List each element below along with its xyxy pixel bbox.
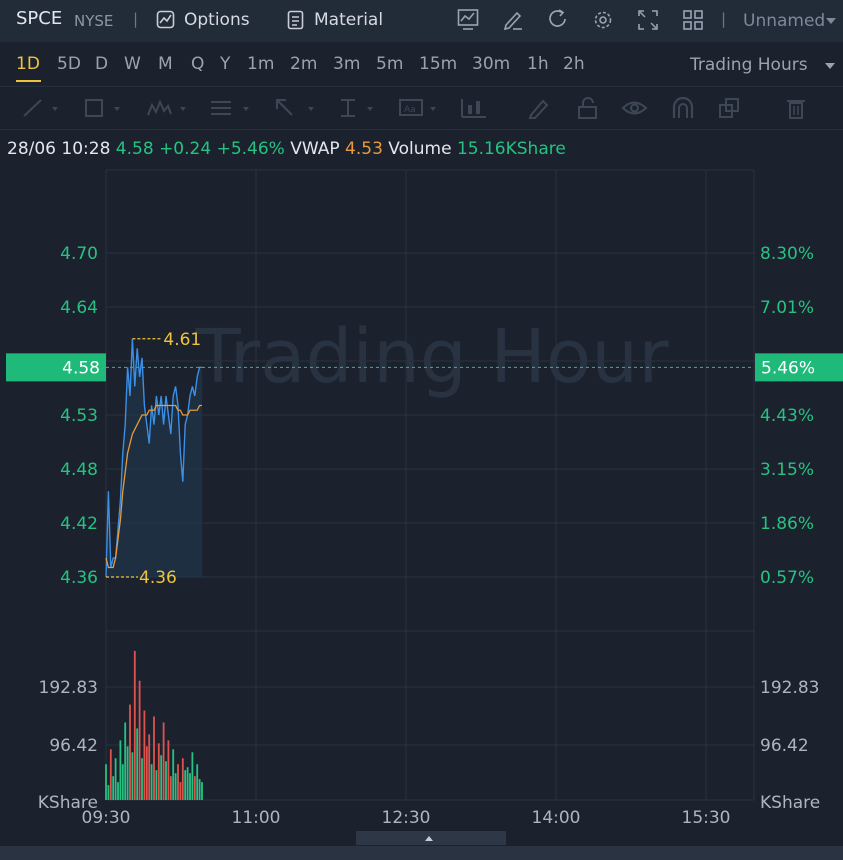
volume-bar [109,749,112,800]
volume-bar [181,758,184,800]
chevron-up-icon[interactable] [424,834,434,842]
volume-bar [177,764,179,800]
volume-bar [143,710,146,800]
volume-bar [191,752,194,800]
volume-bar [148,734,151,800]
volume-bar [112,776,115,800]
pct-tick-right: 3.15% [760,460,814,480]
price-tick-left: 4.64 [60,298,98,318]
volume-bar [157,743,160,800]
volume-bar [105,764,107,800]
volume-bar [186,767,189,800]
volume-bar [129,704,131,800]
volume-bar [174,773,177,800]
volume-bar [179,782,182,800]
volume-bar [189,773,191,800]
chart-watermark: Trading Hour [194,314,669,400]
volume-bar [114,758,117,800]
price-area-fill [106,338,202,577]
time-tick: 15:30 [682,808,731,828]
volume-bar [141,758,143,800]
low-marker-label: 4.36 [139,568,177,588]
current-pct-label: 5.46% [761,358,815,378]
pct-tick-right: 7.01% [760,298,814,318]
volume-bar [193,776,196,800]
volume-bar [133,650,136,800]
volume-bar [124,722,127,800]
price-tick-left: 4.42 [60,514,98,534]
volume-bar [198,779,201,800]
volume-tick-right: 96.42 [760,736,809,756]
volume-bar [153,716,155,800]
bottom-panel-bar [0,831,843,860]
volume-bar [117,782,119,800]
price-area [106,338,202,577]
volume-bar [138,680,141,800]
time-tick: 12:30 [382,808,431,828]
volume-bar [150,764,153,800]
volume-bar [160,755,163,800]
volume-bar [131,752,134,800]
current-price-label: 4.58 [62,358,100,378]
price-tick-left: 4.53 [60,406,98,426]
volume-tick-left: 192.83 [39,678,98,698]
price-tick-left: 4.70 [60,244,98,264]
volume-bar [201,782,203,800]
volume-bar [172,749,175,800]
volume-tick-left: 96.42 [49,736,98,756]
time-tick: 11:00 [232,808,281,828]
volume-bar [136,728,139,800]
time-tick: 09:30 [82,808,131,828]
pct-tick-right: 8.30% [760,244,814,264]
volume-bar [167,740,170,800]
price-tick-left: 4.48 [60,460,98,480]
volume-bar [126,746,129,800]
volume-bar [145,746,148,800]
pct-tick-right: 1.86% [760,514,814,534]
chart-grid [105,169,755,801]
volume-bar [107,785,110,800]
high-marker-label: 4.61 [163,330,201,350]
price-tick-left: 4.36 [60,568,98,588]
volume-tick-right: KShare [760,793,820,813]
volume-bar [165,761,167,800]
volume-tick-right: 192.83 [760,678,819,698]
volume-bars [105,650,203,800]
pct-tick-right: 4.43% [760,406,814,426]
volume-bar [169,776,172,800]
volume-bar [184,770,187,800]
volume-bar [155,770,158,800]
volume-bar [196,764,199,800]
volume-bar [121,764,124,800]
time-tick: 14:00 [532,808,581,828]
intraday-chart[interactable]: Trading Hour 4.61 4.36 4.70 4.64 4.58 4.53 4.… [0,0,843,846]
volume-bar [119,740,122,800]
pct-tick-right: 0.57% [760,568,814,588]
volume-bar [162,722,165,800]
